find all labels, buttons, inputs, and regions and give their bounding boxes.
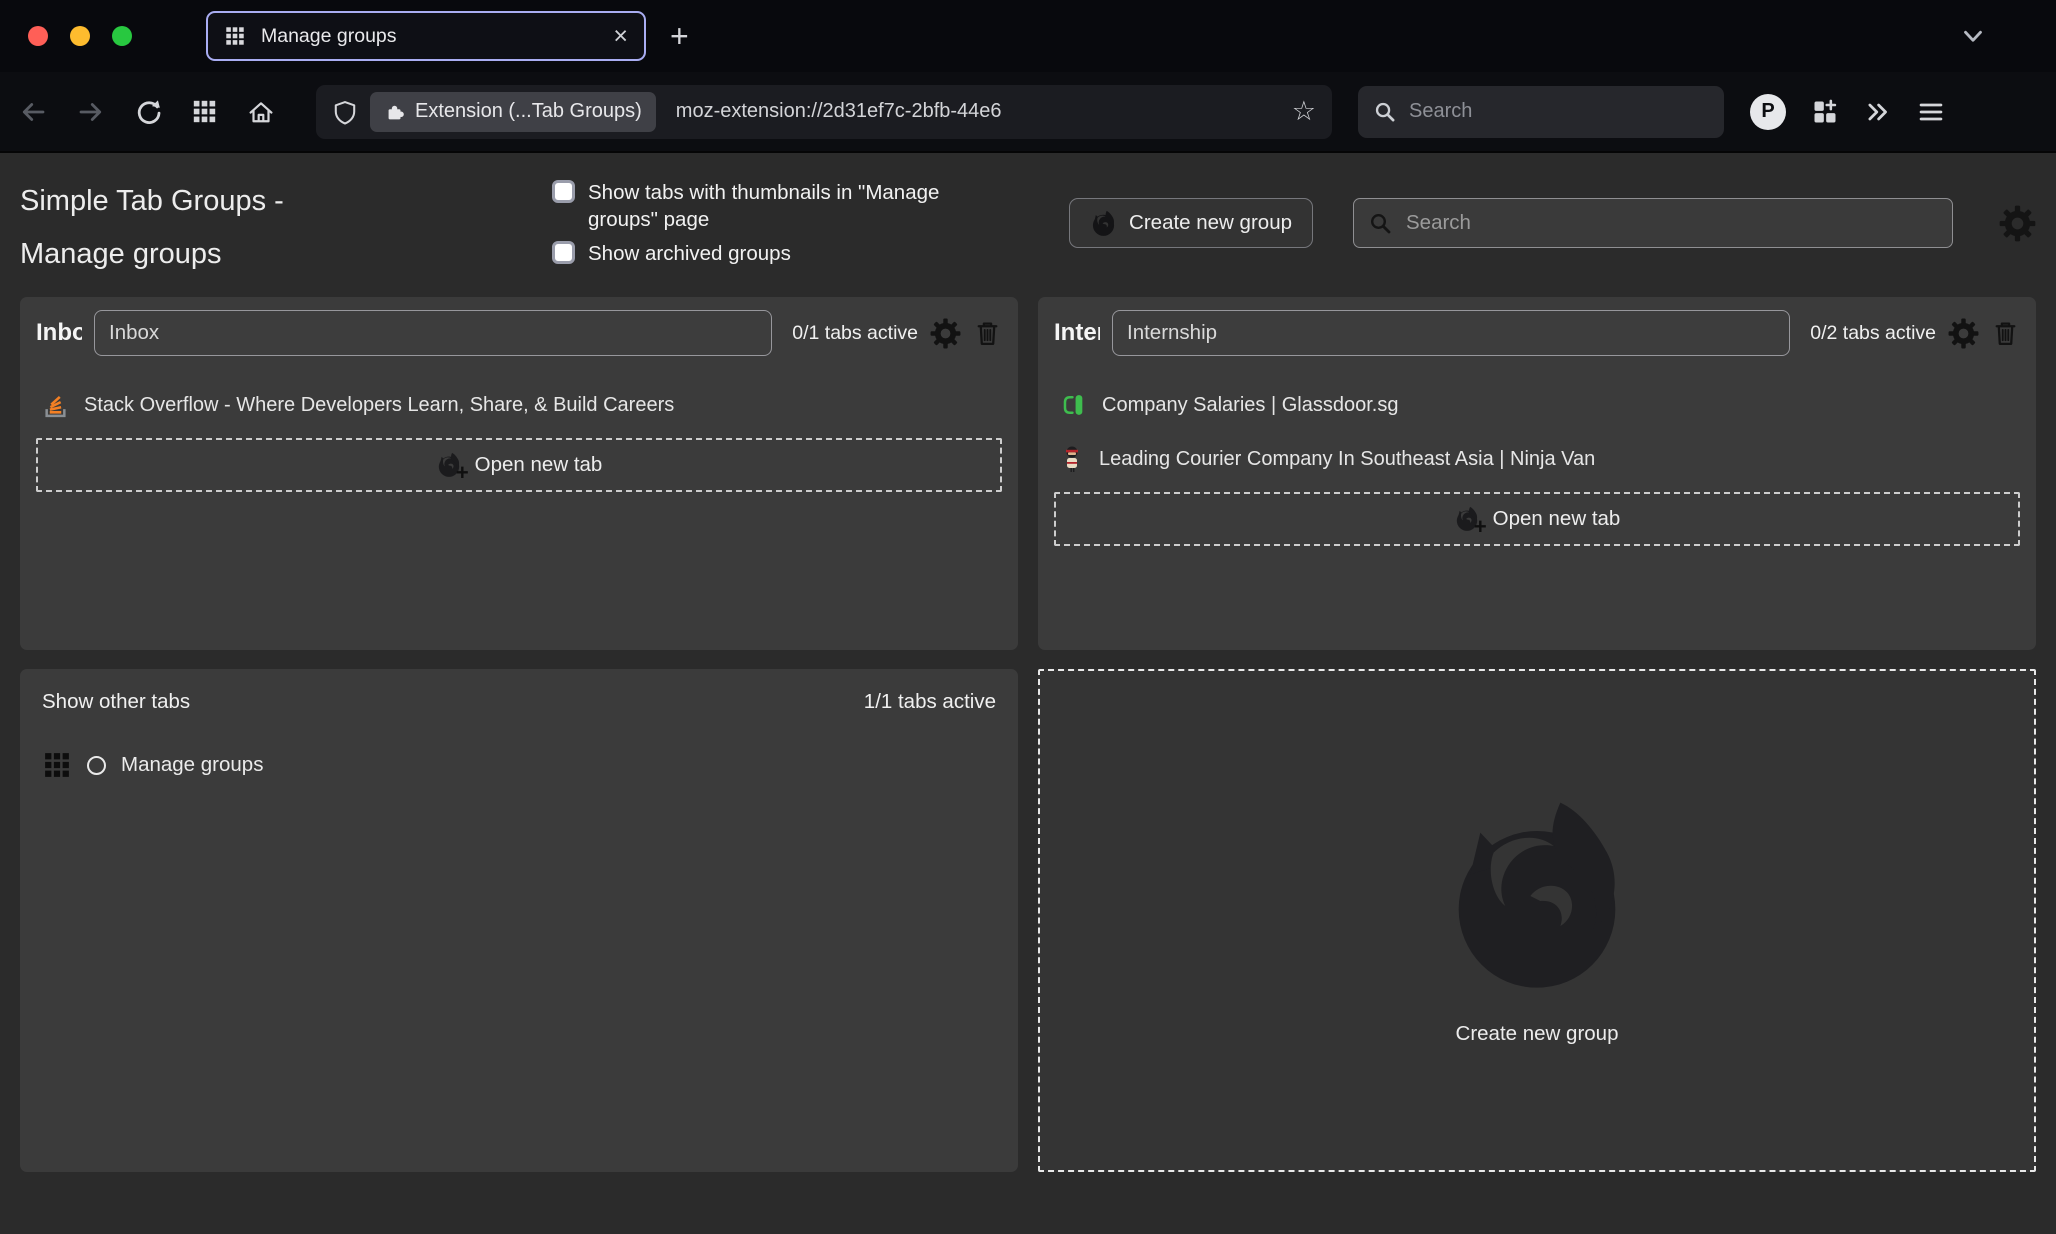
- other-tabs-card: Show other tabs 1/1 tabs active Manage g…: [20, 669, 1018, 1172]
- minimize-window-button[interactable]: [70, 26, 90, 46]
- tab-overflow-chevron-icon[interactable]: [1958, 21, 1988, 51]
- create-group-button-label: Create new group: [1129, 211, 1292, 235]
- toolbar-search[interactable]: [1358, 86, 1724, 138]
- search-icon: [1368, 211, 1392, 235]
- new-tab-button[interactable]: +: [670, 20, 689, 52]
- ninjavan-icon: [1060, 445, 1084, 473]
- url-bar[interactable]: Extension (...Tab Groups) moz-extension:…: [316, 85, 1332, 139]
- extension-identity-chip[interactable]: Extension (...Tab Groups): [370, 92, 656, 132]
- create-area-label: Create new group: [1456, 1022, 1619, 1046]
- search-icon: [1373, 100, 1396, 123]
- thumbnails-checkbox[interactable]: [552, 180, 575, 203]
- other-tabs-status: 1/1 tabs active: [864, 690, 996, 714]
- other-tabs-title: Show other tabs: [42, 690, 190, 714]
- tab-state-circle-icon: [87, 756, 106, 775]
- window-controls: [28, 26, 132, 46]
- create-group-area[interactable]: Create new group: [1038, 669, 2036, 1172]
- open-new-tab-label: Open new tab: [1493, 507, 1621, 531]
- close-window-button[interactable]: [28, 26, 48, 46]
- group-gear-icon[interactable]: [1948, 318, 1979, 349]
- archived-checkbox[interactable]: [552, 241, 575, 264]
- firefox-icon: [1090, 210, 1117, 237]
- manage-groups-grid-icon: [42, 750, 72, 780]
- group-card-inbox: Inbox 0/1 tabs active Stack Overflow - W…: [20, 297, 1018, 650]
- forward-button[interactable]: [76, 97, 106, 127]
- tab-title-text: Company Salaries | Glassdoor.sg: [1102, 394, 1398, 417]
- tab-row[interactable]: Stack Overflow - Where Developers Learn,…: [36, 380, 1002, 430]
- group-name-input[interactable]: [94, 310, 772, 356]
- open-new-tab-label: Open new tab: [475, 453, 603, 477]
- menu-hamburger-icon[interactable]: [1917, 98, 1945, 126]
- group-status: 0/2 tabs active: [1810, 322, 1936, 345]
- group-icon-text: Inbox: [36, 319, 82, 347]
- home-button[interactable]: [246, 97, 276, 127]
- stackoverflow-icon: [42, 392, 69, 419]
- tab-close-icon[interactable]: ×: [613, 24, 628, 49]
- group-status: 0/1 tabs active: [792, 322, 918, 345]
- new-tab-fox-icon: +: [1454, 506, 1480, 532]
- page-search[interactable]: [1353, 198, 1953, 248]
- page-search-input[interactable]: [1404, 210, 1938, 236]
- grid-launcher-icon[interactable]: [191, 98, 218, 125]
- group-icon-text: Internship: [1054, 319, 1100, 347]
- tab-row[interactable]: Company Salaries | Glassdoor.sg: [1054, 380, 2020, 430]
- tab-title-text: Leading Courier Company In Southeast Asi…: [1099, 448, 1595, 471]
- glassdoor-icon: [1060, 392, 1087, 419]
- tab-title: Manage groups: [261, 25, 613, 48]
- plus-icon: +: [1474, 514, 1487, 540]
- overflow-chevrons-icon[interactable]: [1864, 98, 1892, 126]
- reload-button[interactable]: [134, 97, 163, 126]
- open-new-tab-button[interactable]: + Open new tab: [1054, 492, 2020, 546]
- zoom-window-button[interactable]: [112, 26, 132, 46]
- group-name-input[interactable]: [1112, 310, 1790, 356]
- group-gear-icon[interactable]: [930, 318, 961, 349]
- browser-tab-bar: Manage groups × +: [0, 0, 2056, 72]
- tab-row[interactable]: Leading Courier Company In Southeast Asi…: [1054, 434, 2020, 484]
- url-text: moz-extension://2d31ef7c-2bfb-44e6: [676, 100, 1002, 123]
- firefox-logo-large: [1437, 796, 1637, 996]
- group-card-internship: Internship 0/2 tabs active Company Salar…: [1038, 297, 2036, 650]
- toolbar-search-input[interactable]: [1407, 99, 1709, 124]
- browser-tab[interactable]: Manage groups ×: [206, 11, 646, 61]
- puzzle-icon: [384, 101, 406, 123]
- new-tab-fox-icon: +: [436, 452, 462, 478]
- archived-checkbox-label: Show archived groups: [588, 240, 980, 267]
- create-group-button[interactable]: Create new group: [1069, 198, 1313, 248]
- profile-badge[interactable]: P: [1750, 94, 1786, 130]
- shield-icon[interactable]: [332, 99, 358, 125]
- bookmark-star-icon[interactable]: ☆: [1292, 98, 1316, 125]
- group-trash-icon[interactable]: [973, 319, 1002, 348]
- group-trash-icon[interactable]: [1991, 319, 2020, 348]
- tab-favicon-grid-icon: [224, 25, 246, 47]
- manage-groups-page: Simple Tab Groups - Manage groups Show t…: [0, 153, 2056, 1232]
- thumbnails-checkbox-label: Show tabs with thumbnails in "Manage gro…: [588, 179, 980, 233]
- tab-row[interactable]: Manage groups: [36, 750, 1002, 780]
- page-title: Simple Tab Groups - Manage groups: [20, 175, 360, 281]
- plus-icon: +: [456, 460, 469, 486]
- browser-toolbar: Extension (...Tab Groups) moz-extension:…: [0, 72, 2056, 153]
- groups-grid: Inbox 0/1 tabs active Stack Overflow - W…: [20, 297, 2036, 1172]
- page-header: Simple Tab Groups - Manage groups Show t…: [20, 175, 2036, 297]
- page-options: Show tabs with thumbnails in "Manage gro…: [552, 175, 1022, 267]
- open-new-tab-button[interactable]: + Open new tab: [36, 438, 1002, 492]
- identity-chip-label: Extension (...Tab Groups): [415, 100, 642, 123]
- extensions-icon[interactable]: [1811, 98, 1839, 126]
- settings-gear-icon[interactable]: [1999, 205, 2036, 242]
- tab-title-text: Stack Overflow - Where Developers Learn,…: [84, 394, 674, 417]
- tab-title-text: Manage groups: [121, 753, 263, 777]
- back-button[interactable]: [18, 97, 48, 127]
